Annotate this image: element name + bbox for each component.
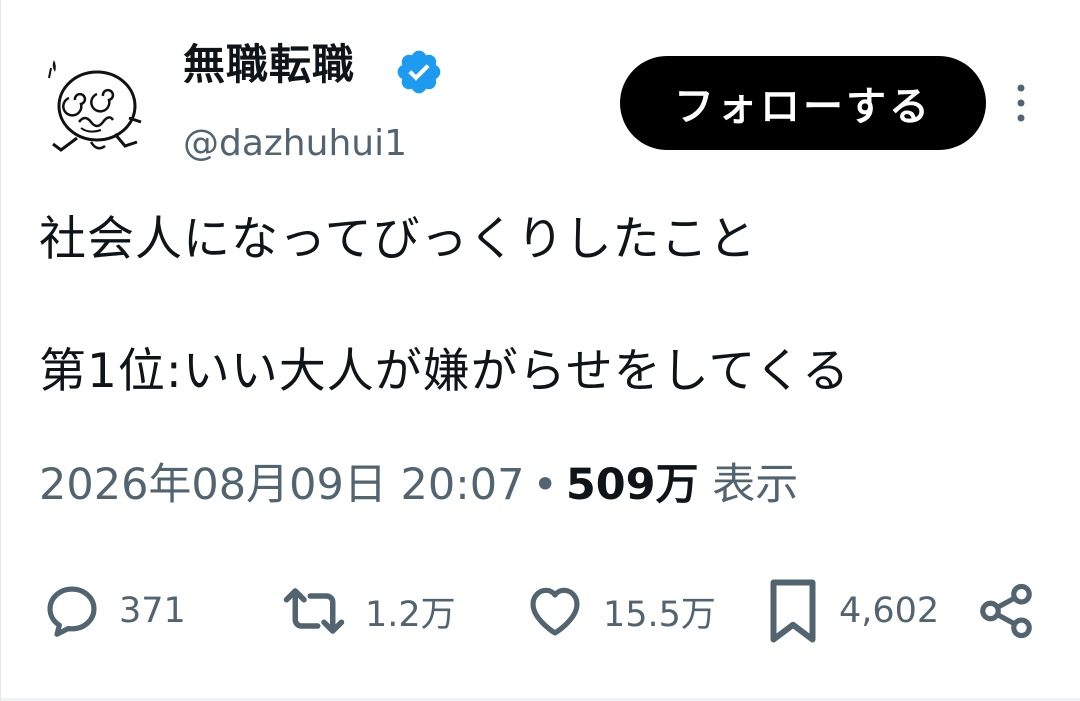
reply-count: 371 xyxy=(119,591,186,631)
follow-button[interactable]: フォローする xyxy=(620,56,986,150)
share-icon xyxy=(980,583,1032,639)
avatar[interactable] xyxy=(39,48,167,176)
tweet-text-line-1: 社会人になってびっくりしたこと xyxy=(39,212,757,267)
verified-badge-icon xyxy=(397,50,441,94)
bookmark-icon xyxy=(770,579,816,643)
repost-icon xyxy=(283,588,345,634)
display-name[interactable]: 無職転職 xyxy=(183,40,355,90)
repost-count: 1.2万 xyxy=(365,594,456,635)
tweet-meta: 2026年08月09日 20:07 • 509万 表示 xyxy=(39,460,798,512)
more-vertical-icon[interactable] xyxy=(1009,82,1033,124)
heart-icon xyxy=(530,587,580,636)
views-count: 509万 xyxy=(565,460,699,510)
bookmark-count: 4,602 xyxy=(839,591,940,631)
share-button[interactable] xyxy=(975,578,1037,644)
views-label: 表示 xyxy=(712,460,799,510)
reply-button[interactable]: 371 xyxy=(41,578,186,644)
timestamp[interactable]: 2026年08月09日 20:07 xyxy=(39,460,524,510)
tweet: 無職転職 @dazhuhui1 フォローする 社会人になってびっくりしたこと 第… xyxy=(0,0,1080,701)
tweet-text-line-2: 第1位:いい大人が嫌がらせをしてくる xyxy=(39,344,851,399)
like-button[interactable]: 15.5万 xyxy=(523,578,716,644)
like-count: 15.5万 xyxy=(603,594,716,635)
meta-separator: • xyxy=(532,460,558,510)
reply-icon xyxy=(47,586,97,637)
bookmark-button[interactable]: 4,602 xyxy=(763,578,939,644)
handle[interactable]: @dazhuhui1 xyxy=(183,122,407,165)
repost-button[interactable]: 1.2万 xyxy=(279,578,456,644)
